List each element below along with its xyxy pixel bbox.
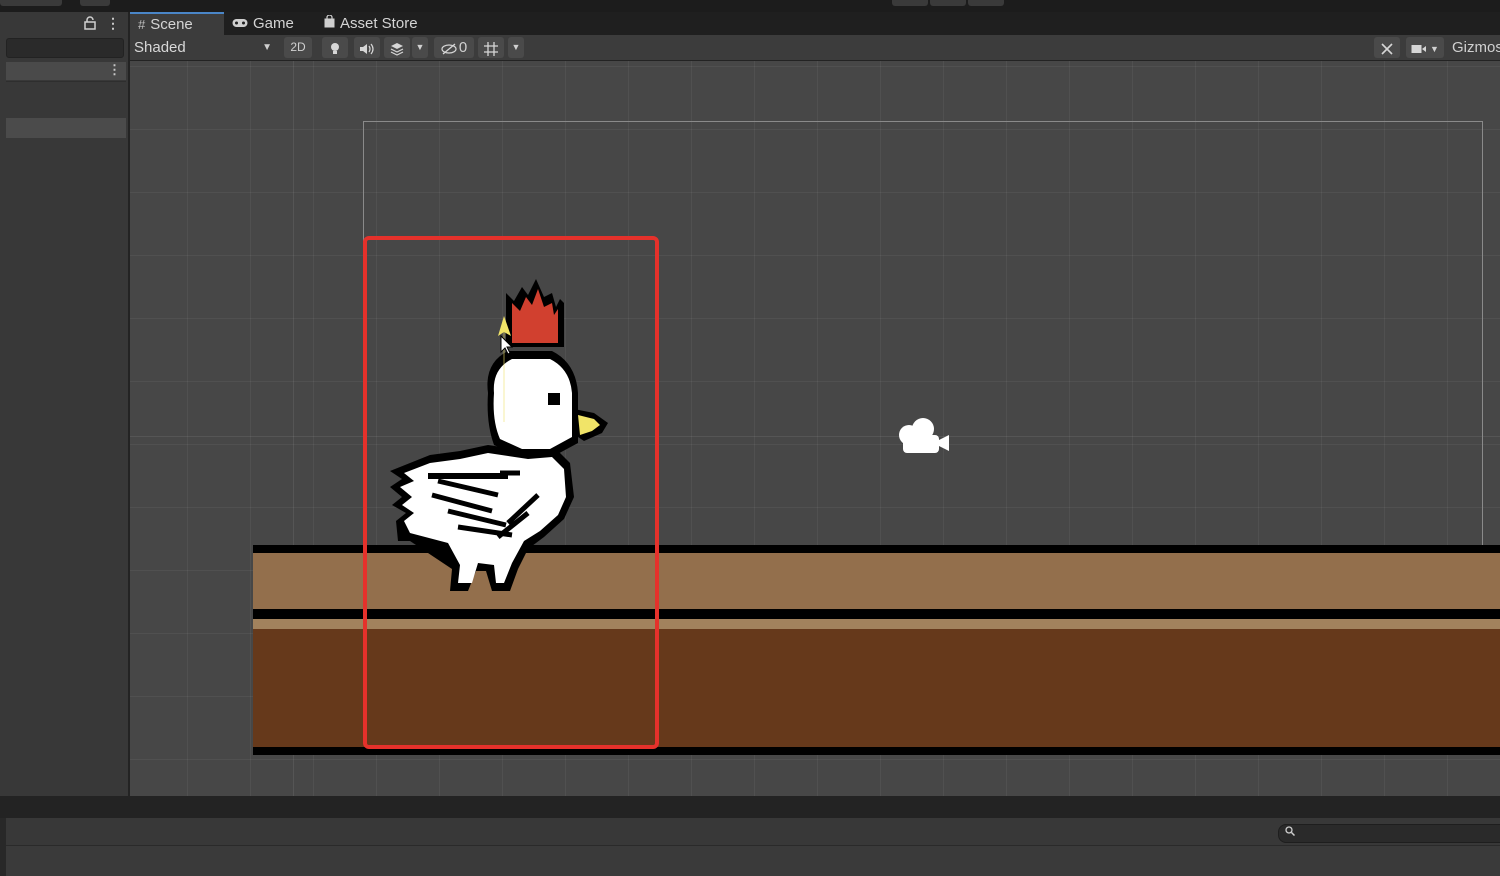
gamepad-icon xyxy=(232,12,248,36)
panel-divider xyxy=(0,796,1500,818)
console-content xyxy=(6,846,1500,876)
shading-mode-dropdown[interactable]: Shaded ▼ xyxy=(130,37,274,58)
layers-icon xyxy=(390,42,404,56)
grid-icon: # xyxy=(138,16,146,32)
step-button[interactable] xyxy=(968,0,1004,6)
shading-mode-value: Shaded xyxy=(134,39,186,56)
tab-scene[interactable]: # Scene xyxy=(130,12,224,35)
toggle-2d-button[interactable]: 2D xyxy=(284,37,312,58)
tab-asset-store-label: Asset Store xyxy=(340,14,418,32)
chevron-down-icon: ▼ xyxy=(262,42,272,53)
chevron-down-icon: ▼ xyxy=(1430,44,1439,54)
gizmos-button[interactable]: Gizmos xyxy=(1448,37,1500,58)
tools-icon xyxy=(1381,42,1393,55)
hierarchy-search-input[interactable] xyxy=(6,38,124,58)
tools-button[interactable] xyxy=(1374,37,1400,58)
scene-visibility-button[interactable]: 0 xyxy=(434,37,474,58)
top-menu-button[interactable] xyxy=(0,0,62,6)
video-camera-icon xyxy=(1411,44,1427,53)
tab-asset-store[interactable]: Asset Store xyxy=(316,12,426,35)
scene-row-options-icon[interactable]: ⋮ xyxy=(108,62,121,78)
hierarchy-panel: ⋮ ⋮ xyxy=(0,12,130,796)
hierarchy-header: ⋮ xyxy=(0,12,128,36)
console-search-input[interactable] xyxy=(1278,824,1500,843)
lock-icon[interactable] xyxy=(84,16,96,33)
top-strip xyxy=(0,0,1500,12)
grid-snap-icon xyxy=(484,41,498,56)
camera-settings-button[interactable]: ▼ xyxy=(1406,37,1444,58)
grid-dropdown-button[interactable]: ▼ xyxy=(508,37,524,58)
effects-toggle-button[interactable] xyxy=(384,37,410,58)
eye-slash-icon xyxy=(441,43,457,55)
console-toolbar xyxy=(6,818,1500,846)
light-bulb-icon xyxy=(331,42,339,54)
scene-toolbar: Shaded ▼ 2D ▼ 0 ▼ ▼ Gizmos xyxy=(130,35,1500,61)
tab-scene-label: Scene xyxy=(150,15,193,33)
more-options-icon[interactable]: ⋮ xyxy=(106,15,120,32)
selection-outline xyxy=(363,236,659,749)
search-icon xyxy=(1285,826,1296,839)
play-button[interactable] xyxy=(892,0,928,6)
scene-viewport[interactable] xyxy=(130,61,1500,796)
speaker-icon xyxy=(360,43,374,54)
tab-game-label: Game xyxy=(253,14,294,32)
move-handle-icon[interactable] xyxy=(498,316,518,426)
audio-toggle-button[interactable] xyxy=(354,37,380,58)
pause-button[interactable] xyxy=(930,0,966,6)
top-menu-button[interactable] xyxy=(80,0,110,6)
camera-gizmo-icon[interactable] xyxy=(895,415,951,457)
grid-snapping-button[interactable] xyxy=(478,37,504,58)
effects-dropdown-button[interactable]: ▼ xyxy=(412,37,428,58)
hidden-count: 0 xyxy=(458,39,468,56)
tab-game[interactable]: Game xyxy=(224,12,302,35)
divider xyxy=(6,81,126,82)
shopping-bag-icon xyxy=(324,12,335,36)
hierarchy-selected-item[interactable] xyxy=(6,118,126,138)
lighting-toggle-button[interactable] xyxy=(322,37,348,58)
tab-bar: # Scene Game Asset Store xyxy=(130,12,1500,35)
